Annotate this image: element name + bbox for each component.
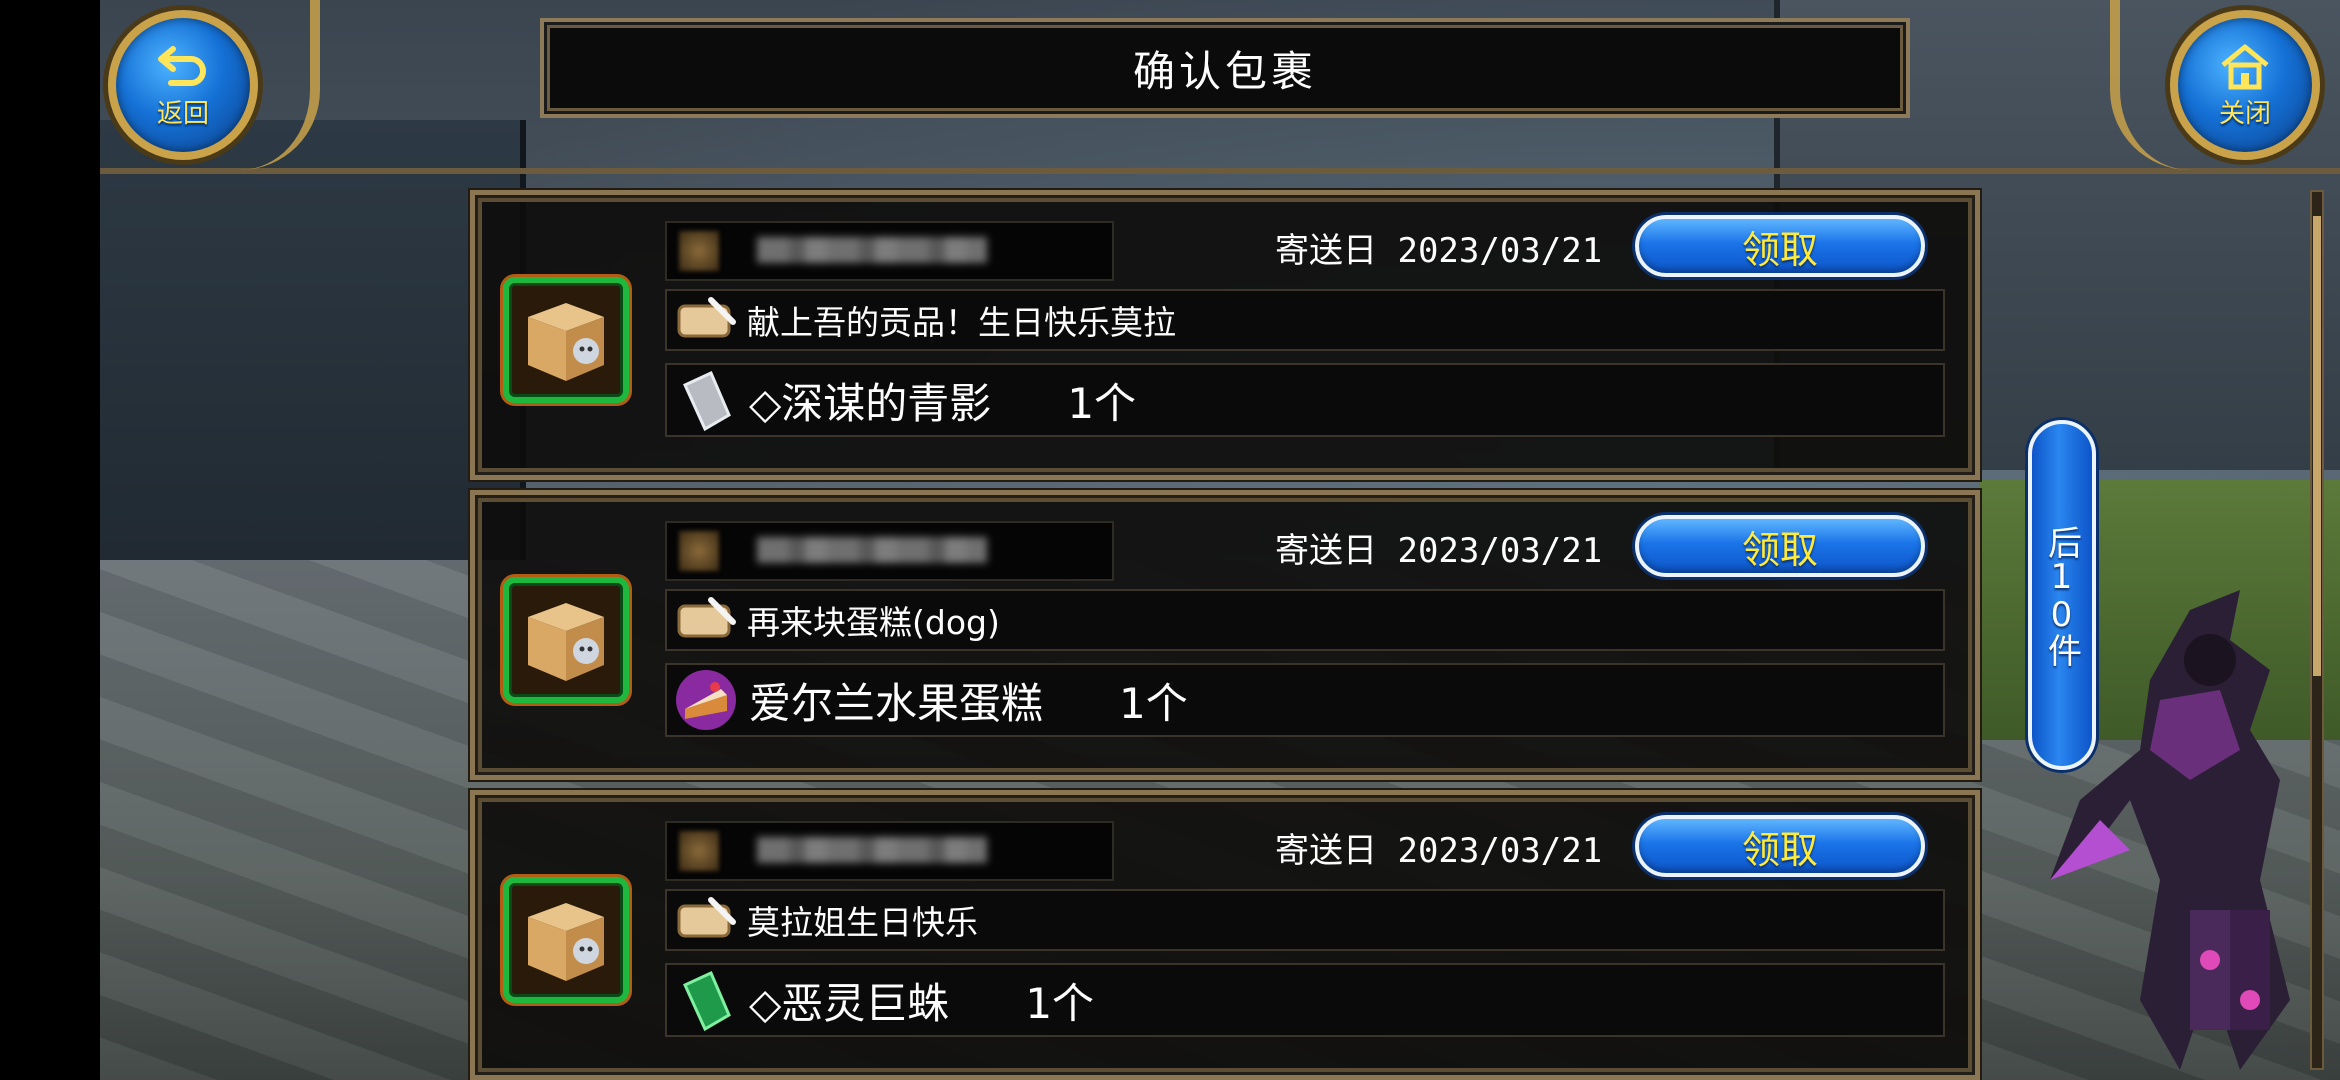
claim-button[interactable]: 领取 [1635,215,1925,277]
send-date: 寄送日 2023/03/21 [1275,531,1603,571]
next-page-button[interactable]: 后10件 [2028,420,2096,770]
parcel-box-icon [503,877,629,1003]
back-button[interactable]: 返回 [108,10,258,160]
scroll-letter-icon [677,597,736,638]
message-text: 献上吾的贡品！生日快乐莫拉 [747,303,1176,342]
home-icon [2221,44,2269,89]
parcel-card: 寄送日 2023/03/21 领取 莫拉姐生日快乐 ◇恶灵巨蛛 1个 [470,790,1980,1080]
parcel-card: 寄送日 2023/03/21 领取 献上吾的贡品！生日快乐莫拉 ◇深谋的青影 1… [470,190,1980,480]
claim-button[interactable]: 领取 [1635,515,1925,577]
item-row: ◇恶灵巨蛛 1个 [665,963,1945,1037]
back-arrow-icon [158,45,206,86]
scroll-letter-icon [677,297,736,338]
item-quantity: 1个 [1067,378,1137,428]
message-text: 再来块蛋糕(dog) [747,603,1000,642]
message-text: 莫拉姐生日快乐 [747,903,978,942]
next-page-label: 后10件 [2041,525,2082,665]
item-quantity: 1个 [1025,978,1095,1028]
message-row: 再来块蛋糕(dog) [665,589,1945,651]
item-row: ◇深谋的青影 1个 [665,363,1945,437]
item-name: 爱尔兰水果蛋糕 [749,678,1044,728]
title-bar: 确认包裹 [540,18,1910,118]
parcel-card: 寄送日 2023/03/21 领取 再来块蛋糕(dog) 爱尔兰水果蛋糕 1个 [470,490,1980,780]
page-title: 确认包裹 [1132,46,1317,96]
claim-button[interactable]: 领取 [1635,815,1925,877]
scrollbar-thumb[interactable] [2313,216,2321,676]
sender-name-redacted [665,821,1114,881]
message-row: 献上吾的贡品！生日快乐莫拉 [665,289,1945,351]
message-row: 莫拉姐生日快乐 [665,889,1945,951]
green-shard-icon [683,970,731,1032]
item-row: 爱尔兰水果蛋糕 1个 [665,663,1945,737]
send-date: 寄送日 2023/03/21 [1275,831,1603,871]
scroll-letter-icon [677,897,736,938]
back-label: 返回 [156,98,209,129]
cake-icon [676,670,736,730]
grey-shard-icon [683,370,731,432]
send-date: 寄送日 2023/03/21 [1275,231,1603,271]
item-quantity: 1个 [1119,678,1188,728]
item-name: ◇恶灵巨蛛 [749,978,950,1028]
parcel-box-icon [503,577,629,703]
parcel-box-icon [503,277,629,403]
sender-name-redacted [665,521,1114,581]
scrollbar[interactable] [2310,190,2324,1070]
item-name: ◇深谋的青影 [749,378,992,428]
close-button[interactable]: 关闭 [2170,10,2320,160]
sender-name-redacted [665,221,1114,281]
close-label: 关闭 [2218,98,2271,129]
